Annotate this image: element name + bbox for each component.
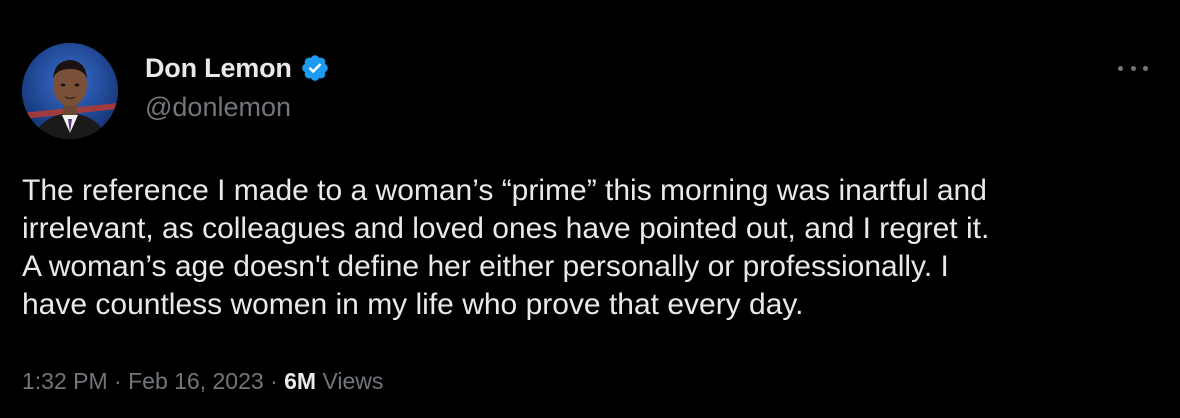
tweet-card: Don Lemon @donlemon The reference I made… xyxy=(0,0,1180,418)
avatar-photo-icon xyxy=(22,43,118,139)
meta-separator: · xyxy=(270,368,278,394)
views-count[interactable]: 6M xyxy=(284,368,316,394)
meta-separator: · xyxy=(114,368,122,394)
verified-badge-icon xyxy=(300,53,330,83)
author-avatar[interactable] xyxy=(22,43,118,139)
tweet-text: The reference I made to a woman’s “prime… xyxy=(22,172,1162,324)
more-dot xyxy=(1118,65,1123,71)
more-menu-icon[interactable] xyxy=(1118,58,1148,78)
tweet-text-line: A woman’s age doesn't define her either … xyxy=(22,250,949,283)
author-display-name[interactable]: Don Lemon xyxy=(145,53,292,84)
more-dot xyxy=(1130,65,1136,71)
author-name-row: Don Lemon xyxy=(145,52,330,84)
tweet-text-line: irrelevant, as colleagues and loved ones… xyxy=(22,212,990,245)
tweet-time[interactable]: 1:32 PM xyxy=(22,368,108,394)
tweet-date[interactable]: Feb 16, 2023 xyxy=(128,368,264,394)
author-handle[interactable]: @donlemon xyxy=(145,92,291,123)
views-label: Views xyxy=(322,368,384,394)
tweet-text-line: The reference I made to a woman’s “prime… xyxy=(22,174,987,207)
tweet-meta: 1:32 PM · Feb 16, 2023 · 6M Views xyxy=(22,368,383,395)
more-dot xyxy=(1143,65,1148,71)
tweet-text-line: have countless women in my life who prov… xyxy=(22,288,804,321)
